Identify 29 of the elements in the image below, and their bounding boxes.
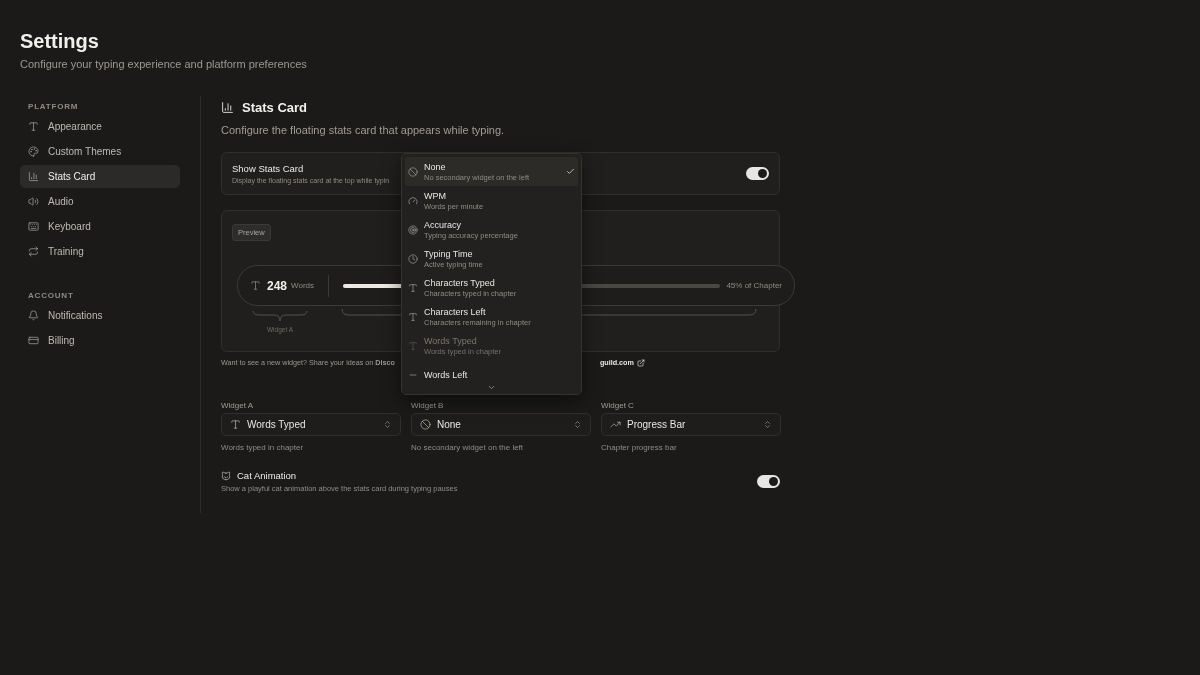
word-unit: Words: [291, 281, 314, 290]
widget-label: Widget A: [221, 401, 254, 410]
widget-select[interactable]: Words Typed: [221, 413, 401, 436]
section-description: Configure the floating stats card that appears while typing.: [221, 124, 506, 136]
setting-label: Cat Animation: [237, 470, 297, 481]
sidebar-item[interactable]: Training: [20, 240, 180, 263]
setting-label: Show Stats Card: [232, 163, 305, 174]
widget-label: Widget B: [411, 401, 445, 410]
section-label: ACCOUNT: [27, 290, 75, 302]
section-label: PLATFORM: [27, 101, 80, 113]
progress-label: 45% of Chapter: [726, 281, 782, 290]
widget-select[interactable]: None: [411, 413, 591, 436]
widget-hint: Chapter progress bar: [601, 443, 678, 452]
page-subtitle: Configure your typing experience and platform preferences: [20, 58, 308, 70]
sidebar-item[interactable]: Billing: [20, 329, 180, 352]
sidebar-item[interactable]: Appearance: [20, 115, 180, 138]
sidebar-item[interactable]: Custom Themes: [20, 140, 180, 163]
widget-hint: No secondary widget on the left: [411, 443, 525, 452]
sidebar-item[interactable]: Keyboard: [20, 215, 180, 238]
sidebar-item[interactable]: Audio: [20, 190, 180, 213]
word-count: 248: [267, 278, 288, 293]
section-title: Stats Card: [242, 100, 308, 115]
page-title: Settings: [20, 30, 100, 53]
dropdown-option[interactable]: Words Left: [405, 360, 578, 389]
widget-hint: Words typed in chapter: [221, 443, 305, 452]
widget-label: Widget C: [601, 401, 635, 410]
sidebar-item[interactable]: Notifications: [20, 304, 180, 327]
sidebar-item[interactable]: Stats Card: [20, 165, 180, 188]
widget-select[interactable]: Progress Bar: [601, 413, 781, 436]
